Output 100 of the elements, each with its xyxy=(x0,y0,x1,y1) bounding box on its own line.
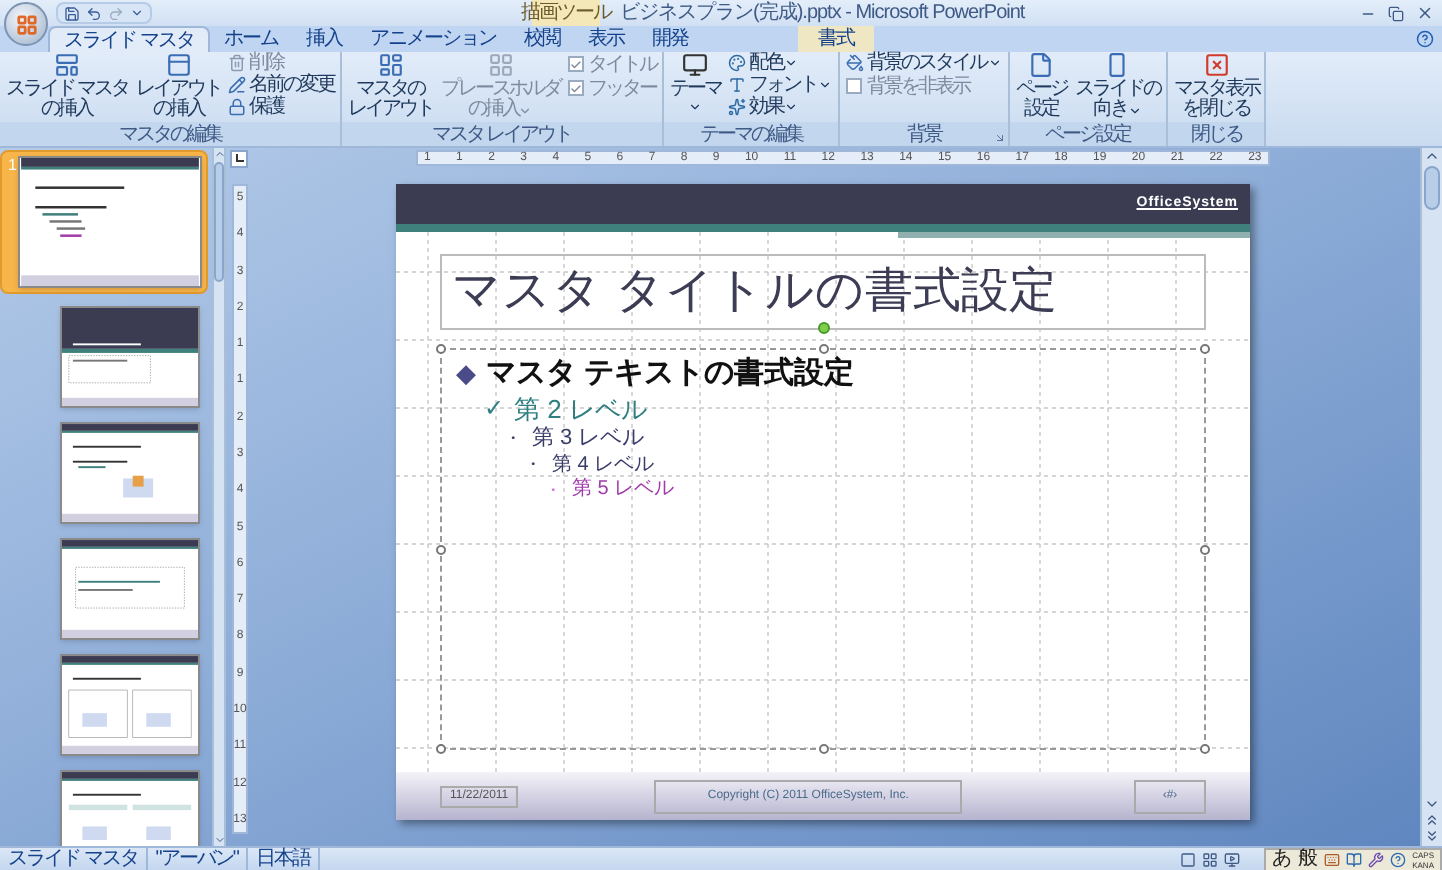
ribbon-button[interactable]: スライド マスタの挿入 xyxy=(4,52,130,122)
scroll-thumb[interactable] xyxy=(1424,166,1440,210)
scroll-down-icon[interactable] xyxy=(1424,796,1440,812)
caret-icon xyxy=(818,78,833,92)
ribbon-tab[interactable]: スライド マスタ xyxy=(48,26,210,52)
caret-icon xyxy=(1127,103,1142,117)
resize-handle[interactable] xyxy=(436,344,446,354)
bullet: ✓ xyxy=(484,394,504,425)
delete-icon xyxy=(228,54,247,72)
ribbon-tab[interactable]: 書式 xyxy=(797,26,874,52)
slide-title: マスタ タイトルの書式設定 xyxy=(452,264,1058,320)
ribbon-button[interactable]: 配色 xyxy=(726,52,835,74)
previous-slide-icon[interactable] xyxy=(1424,812,1440,828)
caret-icon xyxy=(688,100,703,114)
dialog-launcher-icon[interactable] xyxy=(993,132,1006,144)
undo-icon[interactable] xyxy=(86,5,102,21)
restore-icon[interactable] xyxy=(1388,5,1404,21)
rotate-handle[interactable] xyxy=(817,322,829,334)
slide-thumbnail[interactable] xyxy=(60,422,200,524)
page-icon xyxy=(1028,52,1055,78)
ribbon-button[interactable]: マスタ表示を閉じる xyxy=(1171,52,1261,122)
paint-bucket-icon xyxy=(846,54,865,72)
scroll-thumb[interactable] xyxy=(214,162,224,282)
ribbon-tab[interactable]: 開発 xyxy=(637,26,702,52)
ime-mode[interactable]: あ xyxy=(1272,848,1293,870)
help-icon[interactable] xyxy=(1416,30,1434,48)
ribbon-tab[interactable]: ホーム xyxy=(209,26,292,52)
layout-icon xyxy=(377,52,404,78)
status-item: "アーバン" xyxy=(147,848,248,870)
ribbon-button[interactable]: 名前の変更 xyxy=(226,74,336,96)
ribbon-tab[interactable]: アニメーション xyxy=(355,26,510,52)
group-label: 閉じる xyxy=(1190,123,1242,145)
ribbon-button[interactable]: 保護 xyxy=(226,96,336,118)
slide-thumbnail[interactable] xyxy=(60,654,200,756)
resize-handle[interactable] xyxy=(818,344,828,354)
bullet: ◆ xyxy=(456,358,476,391)
effects-icon xyxy=(728,98,747,116)
group-label: ページ設定 xyxy=(1045,123,1131,145)
slide-thumbnail[interactable] xyxy=(60,306,200,408)
bullet: ・ xyxy=(544,479,562,503)
title-placeholder[interactable]: マスタ タイトルの書式設定 xyxy=(440,254,1206,330)
normal-view-icon[interactable] xyxy=(1180,851,1197,867)
slide-thumbnail[interactable] xyxy=(60,770,200,846)
slideshow-view-icon[interactable] xyxy=(1224,851,1241,867)
resize-handle[interactable] xyxy=(436,744,446,754)
vertical-scrollbar[interactable] xyxy=(1420,148,1442,846)
ribbon-button[interactable]: レイアウトの挿入 xyxy=(133,52,223,122)
bullet: ・ xyxy=(524,454,542,478)
scroll-up-icon[interactable] xyxy=(1424,148,1440,164)
ribbon-tab[interactable]: 校閲 xyxy=(509,26,574,52)
caret-icon xyxy=(987,56,1002,70)
help-icon[interactable] xyxy=(1390,851,1407,867)
theme-icon xyxy=(682,52,709,78)
window-title: ビジネスプラン(完成).pptx - Microsoft PowerPoint xyxy=(620,2,1025,24)
group-label: マスタ レイアウト xyxy=(432,123,571,145)
resize-handle[interactable] xyxy=(1200,744,1210,754)
pencil-icon xyxy=(228,76,247,94)
body-text: 第 3 レベル xyxy=(532,426,645,454)
slide-number: 1 xyxy=(6,156,18,174)
ribbon-button[interactable]: 背景のスタイル xyxy=(844,52,1004,74)
ribbon-button[interactable]: テーマ xyxy=(667,52,723,122)
wrench-icon[interactable] xyxy=(1368,851,1385,867)
font-icon xyxy=(728,76,747,94)
customize-icon[interactable] xyxy=(130,6,144,20)
sorter-view-icon[interactable] xyxy=(1202,851,1219,867)
office-logo-icon xyxy=(15,13,37,35)
layout-icon xyxy=(165,52,192,78)
status-item: 日本語 xyxy=(247,848,320,870)
body-text: マスタ テキストの書式設定 xyxy=(486,356,855,394)
group-label: テーマの編集 xyxy=(700,123,803,145)
ribbon-button[interactable]: ページ設定 xyxy=(1013,52,1069,122)
ribbon-button[interactable]: スライドの向き xyxy=(1072,52,1162,122)
ribbon-tab[interactable]: 表示 xyxy=(573,26,638,52)
tab-selector[interactable] xyxy=(230,149,248,167)
ribbon-button[interactable]: 効果 xyxy=(726,96,835,118)
next-slide-icon[interactable] xyxy=(1424,828,1440,844)
ribbon-button[interactable]: フォント xyxy=(726,74,835,96)
status-item: スライド マスタ xyxy=(0,848,148,870)
keyboard-icon[interactable] xyxy=(1324,851,1341,867)
orientation-icon xyxy=(1104,52,1131,78)
context-tools-label: 描画ツール xyxy=(521,2,611,24)
lock-icon xyxy=(228,98,247,116)
slide-thumbnail[interactable] xyxy=(60,538,200,640)
book-icon[interactable] xyxy=(1346,851,1363,867)
caret-icon xyxy=(518,103,533,117)
group-label: マスタの編集 xyxy=(118,123,221,145)
resize-handle[interactable] xyxy=(1200,344,1210,354)
resize-handle[interactable] xyxy=(436,544,446,554)
resize-handle[interactable] xyxy=(1200,544,1210,554)
close-icon xyxy=(1203,52,1230,78)
thumbnail-scrollbar[interactable] xyxy=(212,148,226,846)
slide-thumbnail[interactable] xyxy=(18,156,202,288)
placeholder-icon xyxy=(487,52,514,78)
close-icon[interactable] xyxy=(1416,4,1434,22)
palette-icon xyxy=(728,54,747,72)
save-icon[interactable] xyxy=(64,5,80,21)
ribbon-button[interactable]: マスタのレイアウト xyxy=(345,52,435,122)
ime-dictionary[interactable]: 般 xyxy=(1298,848,1319,870)
ribbon-tab[interactable]: 挿入 xyxy=(291,26,356,52)
resize-handle[interactable] xyxy=(818,744,828,754)
